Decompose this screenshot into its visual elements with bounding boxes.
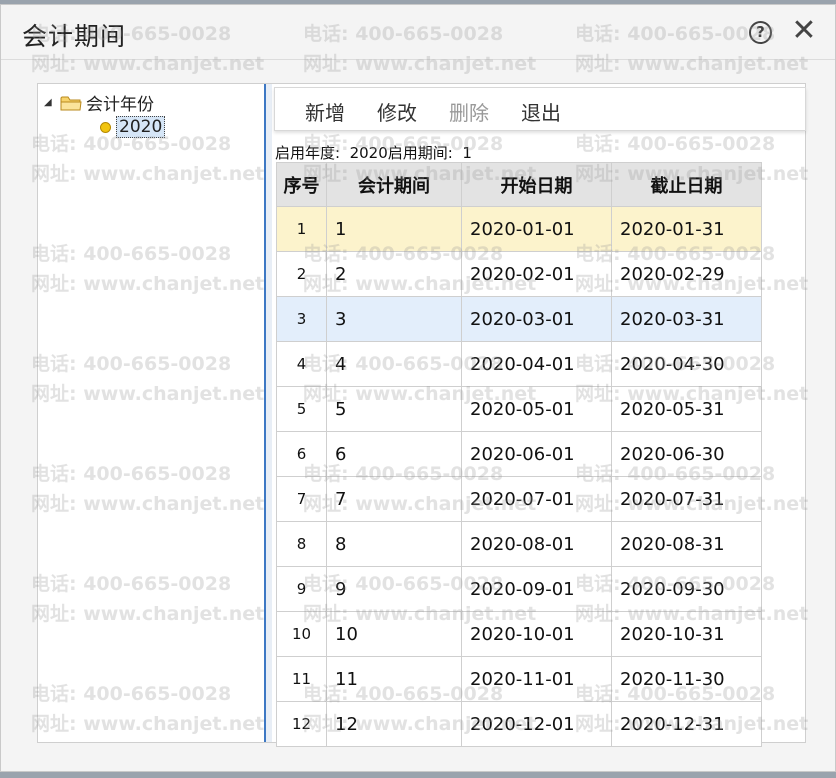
period-cell[interactable]: 4 xyxy=(326,341,462,387)
table-row[interactable]: 7 7 2020-07-01 2020-07-31 xyxy=(276,476,762,522)
start-date-cell[interactable]: 2020-12-01 xyxy=(461,701,612,747)
period-cell[interactable]: 9 xyxy=(326,566,462,612)
edit-button[interactable]: 修改 xyxy=(377,97,417,126)
end-date-cell[interactable]: 2020-11-30 xyxy=(611,656,762,702)
table-row[interactable]: 2 2 2020-02-01 2020-02-29 xyxy=(276,251,762,297)
row-index: 6 xyxy=(276,431,327,477)
row-index: 2 xyxy=(276,251,327,297)
folder-icon xyxy=(60,96,82,110)
period-cell[interactable]: 7 xyxy=(326,476,462,522)
end-date-cell[interactable]: 2020-04-30 xyxy=(611,341,762,387)
table-row[interactable]: 3 3 2020-03-01 2020-03-31 xyxy=(276,296,762,342)
start-date-cell[interactable]: 2020-07-01 xyxy=(461,476,612,522)
start-date-cell[interactable]: 2020-08-01 xyxy=(461,521,612,567)
start-date-cell[interactable]: 2020-06-01 xyxy=(461,431,612,477)
help-icon[interactable]: ? xyxy=(749,21,772,44)
tree-root-label: 会计年份 xyxy=(86,95,154,115)
period-cell[interactable]: 8 xyxy=(326,521,462,567)
end-date-cell[interactable]: 2020-07-31 xyxy=(611,476,762,522)
end-date-cell[interactable]: 2020-01-31 xyxy=(611,206,762,252)
tree-child-label: 2020 xyxy=(116,116,166,138)
start-date-cell[interactable]: 2020-01-01 xyxy=(461,206,612,252)
delete-button[interactable]: 删除 xyxy=(449,97,489,126)
row-index: 9 xyxy=(276,566,327,612)
start-date-cell[interactable]: 2020-04-01 xyxy=(461,341,612,387)
header-period[interactable]: 会计期间 xyxy=(326,162,462,207)
row-index: 3 xyxy=(276,296,327,342)
period-cell[interactable]: 2 xyxy=(326,251,462,297)
period-cell[interactable]: 1 xyxy=(326,206,462,252)
table-row[interactable]: 11 11 2020-11-01 2020-11-30 xyxy=(276,656,762,702)
tree-node-2020[interactable]: 2020 xyxy=(100,116,166,138)
add-button[interactable]: 新增 xyxy=(305,97,345,126)
table-row[interactable]: 4 4 2020-04-01 2020-04-30 xyxy=(276,341,762,387)
header-end-date[interactable]: 截止日期 xyxy=(611,162,762,207)
row-index: 10 xyxy=(276,611,327,657)
row-index: 1 xyxy=(276,206,327,252)
header-start-date[interactable]: 开始日期 xyxy=(461,162,612,207)
year-node-icon xyxy=(100,121,111,133)
row-index: 5 xyxy=(276,386,327,432)
period-cell[interactable]: 5 xyxy=(326,386,462,432)
row-index: 8 xyxy=(276,521,327,567)
end-date-cell[interactable]: 2020-06-30 xyxy=(611,431,762,477)
start-date-cell[interactable]: 2020-02-01 xyxy=(461,251,612,297)
start-date-cell[interactable]: 2020-10-01 xyxy=(461,611,612,657)
end-date-cell[interactable]: 2020-03-31 xyxy=(611,296,762,342)
title-bar: 会计期间 ? ✕ xyxy=(1,5,835,59)
period-cell[interactable]: 6 xyxy=(326,431,462,477)
enable-info: 启用年度: 2020启用期间: 1 xyxy=(275,144,472,162)
tree-node-root[interactable]: ◢ 会计年份 xyxy=(44,90,154,115)
close-icon[interactable]: ✕ xyxy=(791,16,817,46)
row-index: 7 xyxy=(276,476,327,522)
start-date-cell[interactable]: 2020-05-01 xyxy=(461,386,612,432)
period-cell[interactable]: 3 xyxy=(326,296,462,342)
table-row[interactable]: 6 6 2020-06-01 2020-06-30 xyxy=(276,431,762,477)
period-grid: 序号 会计期间 开始日期 截止日期 1 1 2020-01-01 2020-01… xyxy=(276,162,762,747)
title-divider xyxy=(1,59,835,60)
start-date-cell[interactable]: 2020-11-01 xyxy=(461,656,612,702)
grid-header-row: 序号 会计期间 开始日期 截止日期 xyxy=(276,162,762,207)
end-date-cell[interactable]: 2020-02-29 xyxy=(611,251,762,297)
end-date-cell[interactable]: 2020-09-30 xyxy=(611,566,762,612)
dialog-title: 会计期间 xyxy=(22,22,127,51)
end-date-cell[interactable]: 2020-08-31 xyxy=(611,521,762,567)
table-row[interactable]: 9 9 2020-09-01 2020-09-30 xyxy=(276,566,762,612)
end-date-cell[interactable]: 2020-05-31 xyxy=(611,386,762,432)
end-date-cell[interactable]: 2020-10-31 xyxy=(611,611,762,657)
start-date-cell[interactable]: 2020-03-01 xyxy=(461,296,612,342)
year-tree: ◢ 会计年份 2020 xyxy=(38,84,264,742)
content-panel: ◢ 会计年份 2020 新增 修改 删除 退出 启用年度: 2020启用期间: … xyxy=(37,83,806,747)
table-row[interactable]: 12 12 2020-12-01 2020-12-31 xyxy=(276,701,762,747)
exit-button[interactable]: 退出 xyxy=(521,97,561,126)
period-cell[interactable]: 10 xyxy=(326,611,462,657)
period-cell[interactable]: 11 xyxy=(326,656,462,702)
table-row[interactable]: 8 8 2020-08-01 2020-08-31 xyxy=(276,521,762,567)
row-index: 11 xyxy=(276,656,327,702)
period-cell[interactable]: 12 xyxy=(326,701,462,747)
toolbar: 新增 修改 删除 退出 xyxy=(274,87,806,131)
row-index: 4 xyxy=(276,341,327,387)
panel-splitter[interactable] xyxy=(264,84,272,742)
collapse-arrow-icon[interactable]: ◢ xyxy=(44,97,54,108)
row-index: 12 xyxy=(276,701,327,747)
table-row[interactable]: 10 10 2020-10-01 2020-10-31 xyxy=(276,611,762,657)
accounting-period-dialog: 会计期间 ? ✕ ◢ 会计年份 2020 新增 修改 删除 退出 启用年度: 2… xyxy=(0,4,836,772)
header-index[interactable]: 序号 xyxy=(276,162,327,207)
start-date-cell[interactable]: 2020-09-01 xyxy=(461,566,612,612)
table-row[interactable]: 1 1 2020-01-01 2020-01-31 xyxy=(276,206,762,252)
table-row[interactable]: 5 5 2020-05-01 2020-05-31 xyxy=(276,386,762,432)
end-date-cell[interactable]: 2020-12-31 xyxy=(611,701,762,747)
